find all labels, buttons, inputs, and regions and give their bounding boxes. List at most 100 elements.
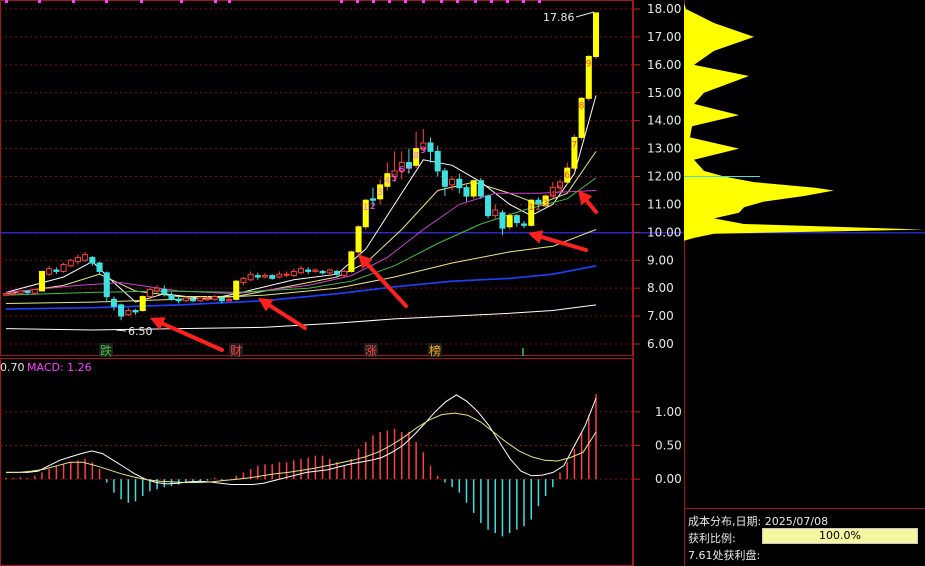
candle-body — [132, 310, 139, 313]
ma-line — [5, 177, 597, 296]
candle-body — [67, 259, 74, 267]
candle-body — [348, 251, 355, 272]
macd-value: MACD: 1.26 — [27, 361, 92, 374]
candle-body — [355, 226, 362, 253]
top-marker — [522, 0, 525, 3]
candle-body — [182, 297, 189, 302]
candle-body — [247, 273, 254, 281]
candle-body — [449, 178, 456, 186]
top-marker — [422, 0, 425, 3]
candle-body — [312, 269, 319, 272]
candle-body — [592, 12, 600, 57]
price-tick-label: 16.00 — [647, 58, 681, 72]
top-marker — [372, 0, 375, 3]
candle-body — [521, 223, 528, 226]
candle-body — [211, 296, 218, 300]
candle-body — [326, 269, 333, 274]
candle-body — [333, 270, 340, 275]
macd-panel-frame — [0, 358, 633, 566]
macd-tick-label: 0.00 — [655, 472, 682, 486]
top-marker — [38, 0, 41, 3]
candle-body — [146, 289, 153, 298]
candle-body — [305, 269, 312, 272]
candle-body — [168, 294, 175, 300]
candle-body — [297, 268, 305, 274]
candle-body — [218, 297, 225, 302]
annotation-arrow-shaft — [267, 303, 307, 330]
sequence-counter: 4 — [384, 177, 390, 187]
candle-body — [369, 198, 376, 201]
event-marker: 榜 — [429, 343, 441, 358]
event-marker: 涨 — [365, 343, 377, 358]
price-tick-label: 10.00 — [647, 225, 681, 239]
sequence-counter: 5 — [392, 174, 398, 184]
top-marker — [474, 0, 477, 3]
candle-body — [139, 296, 146, 311]
candle-body — [154, 287, 161, 292]
price-tick-label: 12.00 — [647, 170, 681, 184]
candle-body — [283, 273, 290, 276]
top-marker — [404, 0, 407, 3]
candle-body — [103, 272, 110, 298]
event-marker: 财 — [230, 344, 242, 358]
candle-body — [74, 256, 81, 263]
sequence-counter: 4 — [550, 191, 556, 201]
sequence-counter: 2 — [535, 203, 541, 213]
candle-body — [125, 310, 132, 316]
candle-body — [226, 298, 233, 302]
candle-body — [477, 180, 484, 197]
price-tick-label: 13.00 — [647, 142, 681, 156]
top-marker — [506, 0, 509, 3]
candle-body — [96, 262, 103, 272]
price-tick-label: 18.00 — [647, 2, 681, 16]
candle-body — [506, 215, 513, 228]
top-marker — [72, 0, 75, 3]
candle-body — [38, 270, 45, 292]
candle-body — [17, 290, 24, 295]
top-marker — [214, 0, 217, 3]
top-marker — [356, 0, 359, 3]
sequence-counter: 6 — [564, 171, 570, 181]
candle-body — [46, 268, 53, 275]
top-marker — [140, 0, 143, 3]
candle-body — [240, 277, 247, 284]
sequence-counter: 8 — [413, 152, 419, 162]
annotation-arrow-shaft — [365, 262, 408, 308]
macd-dif-value: 0.70 — [0, 361, 25, 374]
candle-body — [434, 150, 441, 172]
stock-chart: 1 234 56 7891 2 3456789 18.0017.0016.0015.001… — [0, 0, 925, 566]
sequence-counter: 2 — [370, 202, 376, 212]
candle-body — [161, 289, 168, 295]
profit-line-label: 7.61处获利盘: — [688, 549, 761, 562]
price-tick-label: 8.00 — [647, 281, 674, 295]
macd-tick-label: 1.00 — [655, 405, 682, 419]
chart-root: 123456789123456789 18.00 17.00 16.00 15.00 1… — [0, 0, 925, 566]
candle-body — [82, 254, 89, 261]
high-leader-line — [575, 11, 595, 18]
top-marker — [388, 0, 391, 3]
top-marker — [5, 0, 8, 3]
price-tick-label: 17.00 — [647, 30, 681, 44]
sequence-counter: 5 — [557, 185, 563, 195]
candle-body — [290, 270, 297, 277]
candle-body — [110, 298, 117, 307]
candle-body — [269, 275, 276, 279]
price-tick-label: 9.00 — [647, 253, 674, 267]
top-marker — [456, 0, 459, 3]
candle-body — [427, 142, 434, 152]
price-tick-label: 11.00 — [647, 197, 681, 211]
candle-body — [463, 187, 470, 197]
annotation-arrow-shaft — [584, 198, 598, 214]
candle-body — [492, 209, 499, 217]
candle-body — [456, 178, 463, 189]
macd-tick-label: 0.50 — [655, 438, 682, 452]
sequence-counter: 7 — [571, 140, 577, 150]
candle-body — [513, 215, 520, 224]
candle-body — [53, 269, 60, 272]
sequence-counter: 9 — [586, 59, 592, 69]
profit-ratio-value: 100.0% — [762, 528, 918, 544]
sequence-counter: 3 — [377, 188, 383, 198]
candle-body — [341, 270, 348, 277]
sequence-counter: 8 — [579, 101, 585, 111]
price-tick-label: 15.00 — [647, 86, 681, 100]
